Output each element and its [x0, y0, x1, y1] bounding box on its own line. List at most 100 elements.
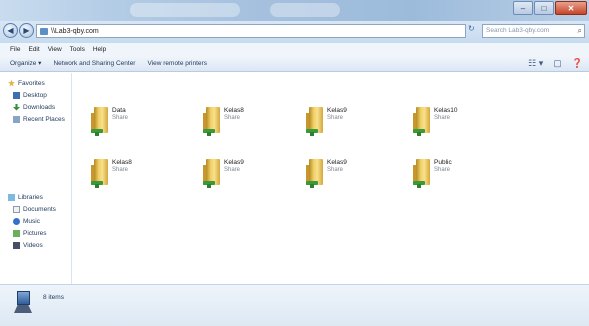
- share-type: Share: [224, 115, 241, 121]
- shared-folder-item[interactable]: Kelas8 Share: [91, 157, 151, 199]
- nav-documents[interactable]: Documents: [8, 203, 56, 215]
- menu-tools[interactable]: Tools: [70, 46, 85, 53]
- menu-bar: File Edit View Tools Help: [0, 43, 589, 55]
- item-count: 8 items: [43, 294, 64, 301]
- shared-folder-item[interactable]: Public Share: [413, 157, 473, 199]
- libraries-group: Libraries Documents Music Pictures Video…: [8, 191, 56, 251]
- shared-folder-item[interactable]: Data Share: [91, 105, 151, 147]
- search-input[interactable]: Search Lab3-qby.com ⌕: [482, 24, 585, 38]
- address-path: \\Lab3-qby.com: [51, 27, 99, 35]
- view-controls: ☷ ▾ ▢ ❓: [518, 58, 583, 69]
- share-type: Share: [224, 167, 241, 173]
- nav-label: Documents: [23, 205, 56, 213]
- share-type: Share: [327, 167, 344, 173]
- monitor-shape: [17, 291, 30, 305]
- nav-pictures[interactable]: Pictures: [8, 227, 56, 239]
- shared-folder-item[interactable]: Kelas9 Share: [306, 157, 366, 199]
- title-bar-glow: [270, 3, 340, 17]
- network-sharing-center-button[interactable]: Network and Sharing Center: [53, 60, 135, 67]
- search-icon[interactable]: ⌕: [578, 25, 582, 37]
- refresh-icon[interactable]: ↻: [468, 24, 480, 38]
- share-name: Data: [112, 107, 126, 114]
- nav-label: Music: [23, 217, 40, 225]
- address-bar[interactable]: \\Lab3-qby.com: [36, 24, 466, 38]
- desktop-icon: [13, 91, 20, 99]
- share-name: Kelas8: [224, 107, 244, 114]
- title-bar[interactable]: – □ ✕: [0, 0, 589, 21]
- favorites-group: Favorites Desktop Downloads Recent Place…: [8, 77, 65, 125]
- nav-label: Favorites: [18, 79, 45, 87]
- share-name: Kelas9: [327, 107, 347, 114]
- content-pane: Data Share Kelas8 Share Kelas9 Share Kel…: [73, 73, 589, 284]
- network-share-icon: [203, 181, 215, 188]
- libraries-icon: [8, 193, 15, 201]
- share-type: Share: [112, 115, 129, 121]
- pictures-icon: [13, 229, 20, 237]
- menu-edit[interactable]: Edit: [28, 46, 39, 53]
- share-name: Kelas9: [327, 159, 347, 166]
- forward-button[interactable]: ▶: [19, 23, 34, 38]
- nav-label: Downloads: [23, 103, 56, 111]
- maximize-button[interactable]: □: [534, 1, 554, 15]
- address-row: ◀ ▶ \\Lab3-qby.com ↻ Search Lab3-qby.com…: [0, 21, 589, 43]
- network-share-icon: [91, 181, 103, 188]
- minimize-button[interactable]: –: [513, 1, 533, 15]
- share-type: Share: [327, 115, 344, 121]
- nav-libraries[interactable]: Libraries: [8, 191, 56, 203]
- nav-label: Pictures: [23, 229, 47, 237]
- network-share-icon: [91, 129, 103, 136]
- network-share-icon: [203, 129, 215, 136]
- view-remote-printers-button[interactable]: View remote printers: [147, 60, 207, 67]
- back-button[interactable]: ◀: [3, 23, 18, 38]
- computer-icon: [40, 27, 48, 35]
- window-controls: – □ ✕: [512, 1, 587, 16]
- explorer-window: – □ ✕ ◀ ▶ \\Lab3-qby.com ↻ Search Lab3-q…: [0, 0, 589, 326]
- navigation-pane: Favorites Desktop Downloads Recent Place…: [0, 73, 72, 284]
- change-view-icon[interactable]: ☷ ▾: [528, 58, 543, 69]
- search-placeholder: Search Lab3-qby.com: [486, 27, 550, 34]
- documents-icon: [13, 205, 20, 213]
- nav-label: Desktop: [23, 91, 47, 99]
- nav-recent-places[interactable]: Recent Places: [8, 113, 65, 125]
- shared-folder-item[interactable]: Kelas9 Share: [203, 157, 263, 199]
- share-type: Share: [434, 167, 451, 173]
- menu-help[interactable]: Help: [93, 46, 106, 53]
- share-name: Kelas8: [112, 159, 132, 166]
- star-icon: [8, 79, 15, 87]
- music-icon: [13, 217, 20, 225]
- network-computer-icon: [14, 291, 32, 313]
- nav-label: Videos: [23, 241, 43, 249]
- shared-folder-item[interactable]: Kelas9 Share: [306, 105, 366, 147]
- organize-button[interactable]: Organize ▾: [10, 59, 41, 67]
- nav-desktop[interactable]: Desktop: [8, 89, 65, 101]
- command-bar: Organize ▾ Network and Sharing Center Vi…: [0, 55, 589, 72]
- preview-pane-icon[interactable]: ▢: [553, 58, 562, 69]
- help-icon[interactable]: ❓: [572, 58, 583, 69]
- nav-videos[interactable]: Videos: [8, 239, 56, 251]
- share-type: Share: [434, 115, 451, 121]
- nav-favorites[interactable]: Favorites: [8, 77, 65, 89]
- close-button[interactable]: ✕: [555, 1, 587, 15]
- monitor-stand-shape: [14, 305, 32, 313]
- share-type: Share: [112, 167, 129, 173]
- shared-folder-item[interactable]: Kelas10 Share: [413, 105, 473, 147]
- shared-folder-item[interactable]: Kelas8 Share: [203, 105, 263, 147]
- recent-places-icon: [13, 115, 20, 123]
- share-name: Kelas9: [224, 159, 244, 166]
- network-share-icon: [413, 129, 425, 136]
- videos-icon: [13, 241, 20, 249]
- nav-downloads[interactable]: Downloads: [8, 101, 65, 113]
- nav-label: Libraries: [18, 193, 43, 201]
- menu-view[interactable]: View: [48, 46, 62, 53]
- details-pane: 8 items: [0, 284, 589, 326]
- downloads-icon: [13, 103, 20, 111]
- network-share-icon: [413, 181, 425, 188]
- menu-file[interactable]: File: [10, 46, 20, 53]
- share-name: Public: [434, 159, 452, 166]
- nav-music[interactable]: Music: [8, 215, 56, 227]
- nav-label: Recent Places: [23, 115, 65, 123]
- network-share-icon: [306, 129, 318, 136]
- network-share-icon: [306, 181, 318, 188]
- title-bar-glow: [130, 3, 240, 17]
- share-name: Kelas10: [434, 107, 458, 114]
